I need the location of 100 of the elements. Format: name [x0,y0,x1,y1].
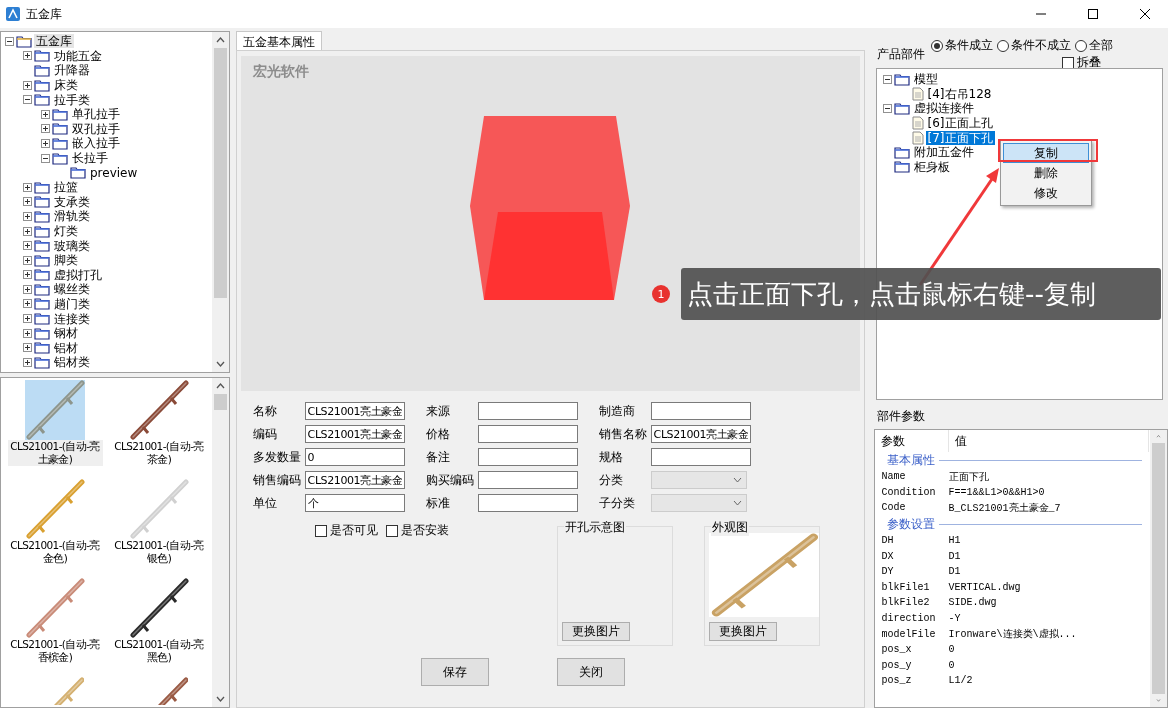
tree-item[interactable]: 滑轨类 [52,209,92,224]
collapse-toggle[interactable] [41,153,50,163]
expand-toggle[interactable] [23,255,32,265]
tree-item[interactable]: 嵌入拉手 [70,136,122,151]
expand-toggle[interactable] [23,197,32,207]
tree-item[interactable]: 附加五金件 [911,145,976,160]
checkbox[interactable] [385,524,398,537]
expand-toggle[interactable] [23,226,32,236]
thumbnail-caption: CLS21001-(自动-亮银色) [113,538,205,565]
input-field[interactable]: CLS21001亮土豪金 [304,402,405,420]
expand-toggle[interactable] [23,211,32,221]
input-field[interactable] [650,402,751,420]
close-dialog-button[interactable]: 关闭 [556,658,625,686]
expand-toggle[interactable] [41,124,50,134]
tree-item[interactable]: 拉手类 [52,92,92,107]
tree-item[interactable]: 虚拟打孔 [52,267,104,282]
expand-toggle[interactable] [23,241,32,251]
tree-item[interactable]: [4]右吊128 [925,86,994,101]
tree-item[interactable]: 玻璃类 [52,238,92,253]
tree-item[interactable]: 功能五金 [52,48,104,63]
property-value: B_CLS21001亮土豪金_7 [948,501,1061,515]
input-field[interactable] [477,448,578,466]
input-field[interactable]: CLS21001亮土豪金 [304,425,405,443]
menu-item[interactable]: 复制 [1003,143,1089,163]
tree-item[interactable]: 趟门类 [52,297,92,311]
expand-toggle[interactable] [41,138,50,148]
tree-item[interactable]: 模型 [911,72,940,87]
expand-toggle[interactable] [23,80,32,90]
expand-toggle[interactable] [23,314,32,324]
input-field[interactable] [477,471,578,489]
tab[interactable]: 五金基本属性 [235,31,322,50]
input-field[interactable] [477,425,578,443]
radio-button[interactable] [1074,39,1087,52]
radio-button[interactable] [930,39,943,52]
scroll-down-icon[interactable] [215,696,225,702]
tree-item[interactable]: 单孔拉手 [70,107,122,122]
tree-item[interactable]: preview [88,165,140,180]
scroll-thumb[interactable] [1152,442,1165,695]
expand-toggle[interactable] [23,51,32,61]
expand-toggle[interactable] [23,343,32,353]
column-header: 参数 [874,430,949,452]
scroll-up-icon[interactable] [215,37,225,43]
expand-toggle[interactable] [23,270,32,280]
tree-item[interactable]: 双孔拉手 [70,121,122,136]
thumbnail[interactable] [25,478,85,539]
scroll-thumb[interactable] [213,393,227,410]
change-image-button[interactable]: 更换图片 [708,622,777,641]
input-field[interactable] [650,448,751,466]
expand-toggle[interactable] [23,284,32,294]
property-name: DH [880,535,895,547]
expand-toggle[interactable] [23,357,32,367]
tree-item[interactable]: 升降器 [52,63,92,78]
expand-toggle[interactable] [41,109,50,119]
radio-button[interactable] [996,39,1009,52]
expand-toggle[interactable] [23,299,32,309]
input-field[interactable]: 个 [304,494,405,512]
scrollbar[interactable] [1150,430,1167,707]
scroll-up-icon[interactable] [215,382,225,389]
tree-item[interactable]: 拉篮 [52,180,80,195]
scrollbar[interactable] [211,377,229,707]
expand-toggle[interactable] [23,328,32,338]
scrollbar[interactable] [211,32,229,372]
collapse-toggle[interactable] [5,36,14,46]
checkbox[interactable] [314,524,327,537]
tree-item[interactable]: 五金库 [34,34,74,49]
tree-item[interactable]: 支承类 [52,194,92,209]
tree-item[interactable]: 钢材 [52,326,80,341]
tree-item[interactable]: [7]正面下孔 [925,130,995,145]
expand-toggle[interactable] [23,182,32,192]
folder-icon [34,209,50,223]
input-field[interactable] [477,494,578,512]
collapse-toggle[interactable] [882,104,892,113]
tree-item[interactable]: 螺丝类 [52,282,92,297]
tree-item[interactable]: 脚类 [52,253,80,268]
input-field[interactable] [477,402,578,420]
menu-item[interactable]: 修改 [1003,183,1089,203]
input-field[interactable]: CLS21001亮土豪金 [304,471,405,489]
thumbnail[interactable] [129,577,189,638]
tree-item[interactable]: 虚拟连接件 [911,101,976,116]
thumbnail[interactable] [25,577,85,638]
scroll-thumb[interactable] [213,48,227,298]
thumbnail[interactable] [25,379,85,440]
collapse-toggle[interactable] [882,74,892,84]
tree-item[interactable]: 长拉手 [70,151,110,166]
checkbox[interactable] [1061,56,1074,69]
scroll-down-icon[interactable] [215,360,225,367]
tree-item[interactable]: 铝材 [52,340,80,355]
tree-item[interactable]: 灯类 [52,224,80,238]
input-field[interactable]: CLS21001亮土豪金 [650,425,751,443]
tree-item[interactable]: 柜身板 [911,159,952,174]
collapse-toggle[interactable] [23,95,32,105]
tree-item[interactable]: 床类 [52,78,80,93]
thumbnail[interactable] [129,379,189,440]
input-field[interactable]: 0 [304,448,405,466]
tree-item[interactable]: [6]正面上孔 [925,116,995,131]
save-button[interactable]: 保存 [420,658,489,686]
tree-item[interactable]: 铝材类 [52,355,92,370]
change-image-button[interactable]: 更换图片 [561,622,630,641]
menu-item[interactable]: 删除 [1003,163,1089,183]
tree-item[interactable]: 连接类 [52,311,92,326]
